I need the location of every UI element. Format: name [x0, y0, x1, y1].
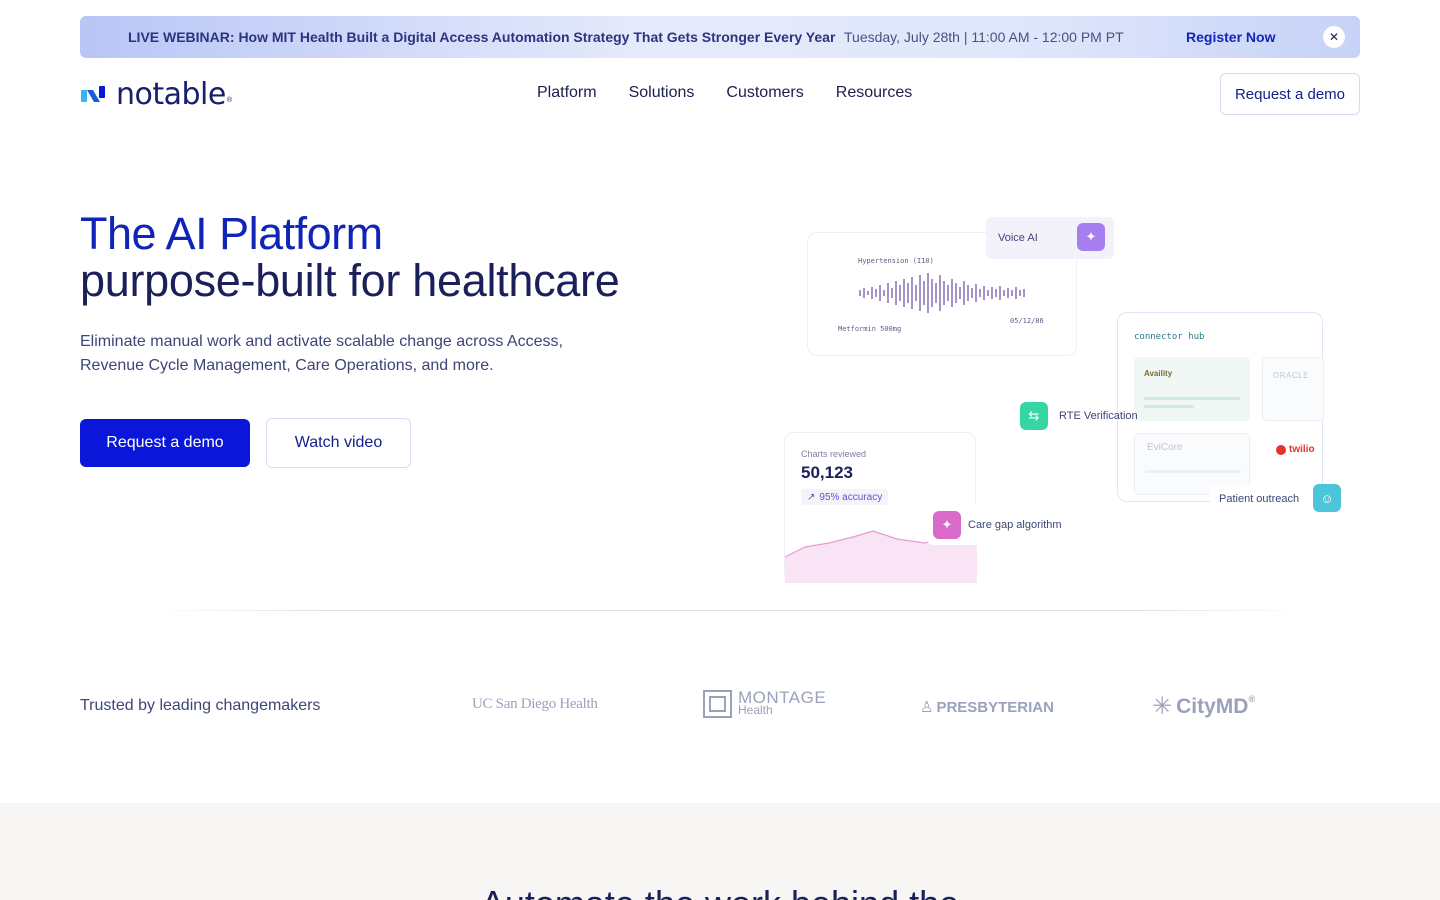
close-icon[interactable]: ✕: [1323, 26, 1345, 48]
presbyterian-wordmark: PRESBYTERIAN: [936, 698, 1054, 716]
register-now-link[interactable]: Register Now: [1186, 29, 1275, 45]
header-request-demo-button[interactable]: Request a demo: [1220, 73, 1360, 115]
next-section: Automate the work behind the: [0, 803, 1440, 900]
sparkle-icon: ✦: [933, 511, 961, 539]
oracle-logo: ORACLE: [1273, 371, 1309, 380]
ucsd-health-logo: UC San Diego Health: [472, 696, 598, 712]
banner-title[interactable]: LIVE WEBINAR: How MIT Health Built a Dig…: [128, 29, 835, 45]
availity-logo: Availity: [1144, 369, 1173, 378]
availity-bar-short: [1144, 405, 1194, 408]
nav-customers[interactable]: Customers: [726, 84, 803, 102]
next-section-heading: Automate the work behind the: [0, 883, 1440, 900]
hypertension-label: Hypertension (I10): [858, 257, 934, 265]
hero-title-line2: purpose-built for healthcare: [80, 255, 620, 306]
oracle-tile: ORACLE: [1262, 357, 1324, 421]
charts-reviewed-label: Charts reviewed: [801, 449, 867, 459]
trend-up-icon: ↗: [807, 491, 816, 503]
citymd-logo: ✳ CityMD ®: [1152, 692, 1255, 721]
accuracy-label: 95% accuracy: [819, 491, 883, 503]
hero-title-line1: The AI Platform: [80, 208, 383, 259]
notable-logo-icon: [81, 86, 105, 102]
sparkle-icon: ✦: [1077, 223, 1105, 251]
rte-verification-label: RTE Verification: [1059, 410, 1138, 422]
logo-registered-mark: ®: [226, 97, 233, 104]
connector-hub-card: connector hub Availity ORACLE EviCore tw…: [1117, 312, 1324, 502]
metformin-label: Metformin 500mg: [838, 325, 902, 333]
voice-date-label: 05/12/86: [1010, 317, 1044, 325]
nav-platform[interactable]: Platform: [537, 84, 597, 102]
hero-request-demo-button[interactable]: Request a demo: [80, 419, 250, 467]
twilio-logo-icon: [1276, 445, 1286, 455]
availity-bar: [1144, 397, 1240, 400]
evicore-logo: EviCore: [1147, 442, 1183, 453]
citymd-registered-mark: ®: [1248, 694, 1256, 704]
nav-resources[interactable]: Resources: [836, 84, 912, 102]
main-nav: Platform Solutions Customers Resources: [537, 84, 912, 102]
care-gap-label: Care gap algorithm: [968, 519, 1062, 531]
notable-logo[interactable]: notable ®: [80, 76, 233, 112]
connector-hub-label: connector hub: [1134, 332, 1205, 342]
logo-wordmark: notable: [116, 76, 226, 112]
banner-date: Tuesday, July 28th | 11:00 AM - 12:00 PM…: [844, 29, 1124, 45]
patient-outreach-label: Patient outreach: [1219, 493, 1300, 505]
presbyterian-logo: ♙ PRESBYTERIAN: [920, 698, 1054, 717]
montage-subtext: Health: [738, 703, 773, 717]
hero-subtitle: Eliminate manual work and activate scala…: [80, 333, 563, 374]
citymd-wordmark: CityMD: [1176, 694, 1249, 718]
nav-solutions[interactable]: Solutions: [629, 84, 695, 102]
webinar-banner: LIVE WEBINAR: How MIT Health Built a Dig…: [80, 16, 1360, 58]
person-icon: ☺: [1313, 484, 1341, 512]
trusted-label: Trusted by leading changemakers: [80, 697, 321, 714]
twilio-tile: twilio: [1262, 433, 1324, 473]
patient-outreach-pill: Patient outreach: [1210, 485, 1330, 513]
accuracy-badge: ↗ 95% accuracy: [801, 489, 889, 505]
voice-ai-label: Voice AI: [998, 232, 1038, 244]
montage-square-icon: [703, 690, 732, 718]
twilio-logo: twilio: [1289, 444, 1315, 455]
presbyterian-icon: ♙: [920, 699, 934, 716]
watch-video-button[interactable]: Watch video: [266, 418, 411, 468]
evicore-bar: [1145, 470, 1241, 473]
section-divider: [150, 610, 1310, 611]
swap-arrows-icon: ⇆: [1020, 402, 1048, 430]
availity-tile: Availity: [1134, 357, 1250, 421]
waveform-graphic: [859, 273, 1025, 313]
charts-reviewed-value: 50,123: [801, 463, 853, 482]
montage-health-logo: MONTAGE Health: [703, 689, 826, 718]
citymd-snowflake-icon: ✳: [1152, 693, 1173, 720]
